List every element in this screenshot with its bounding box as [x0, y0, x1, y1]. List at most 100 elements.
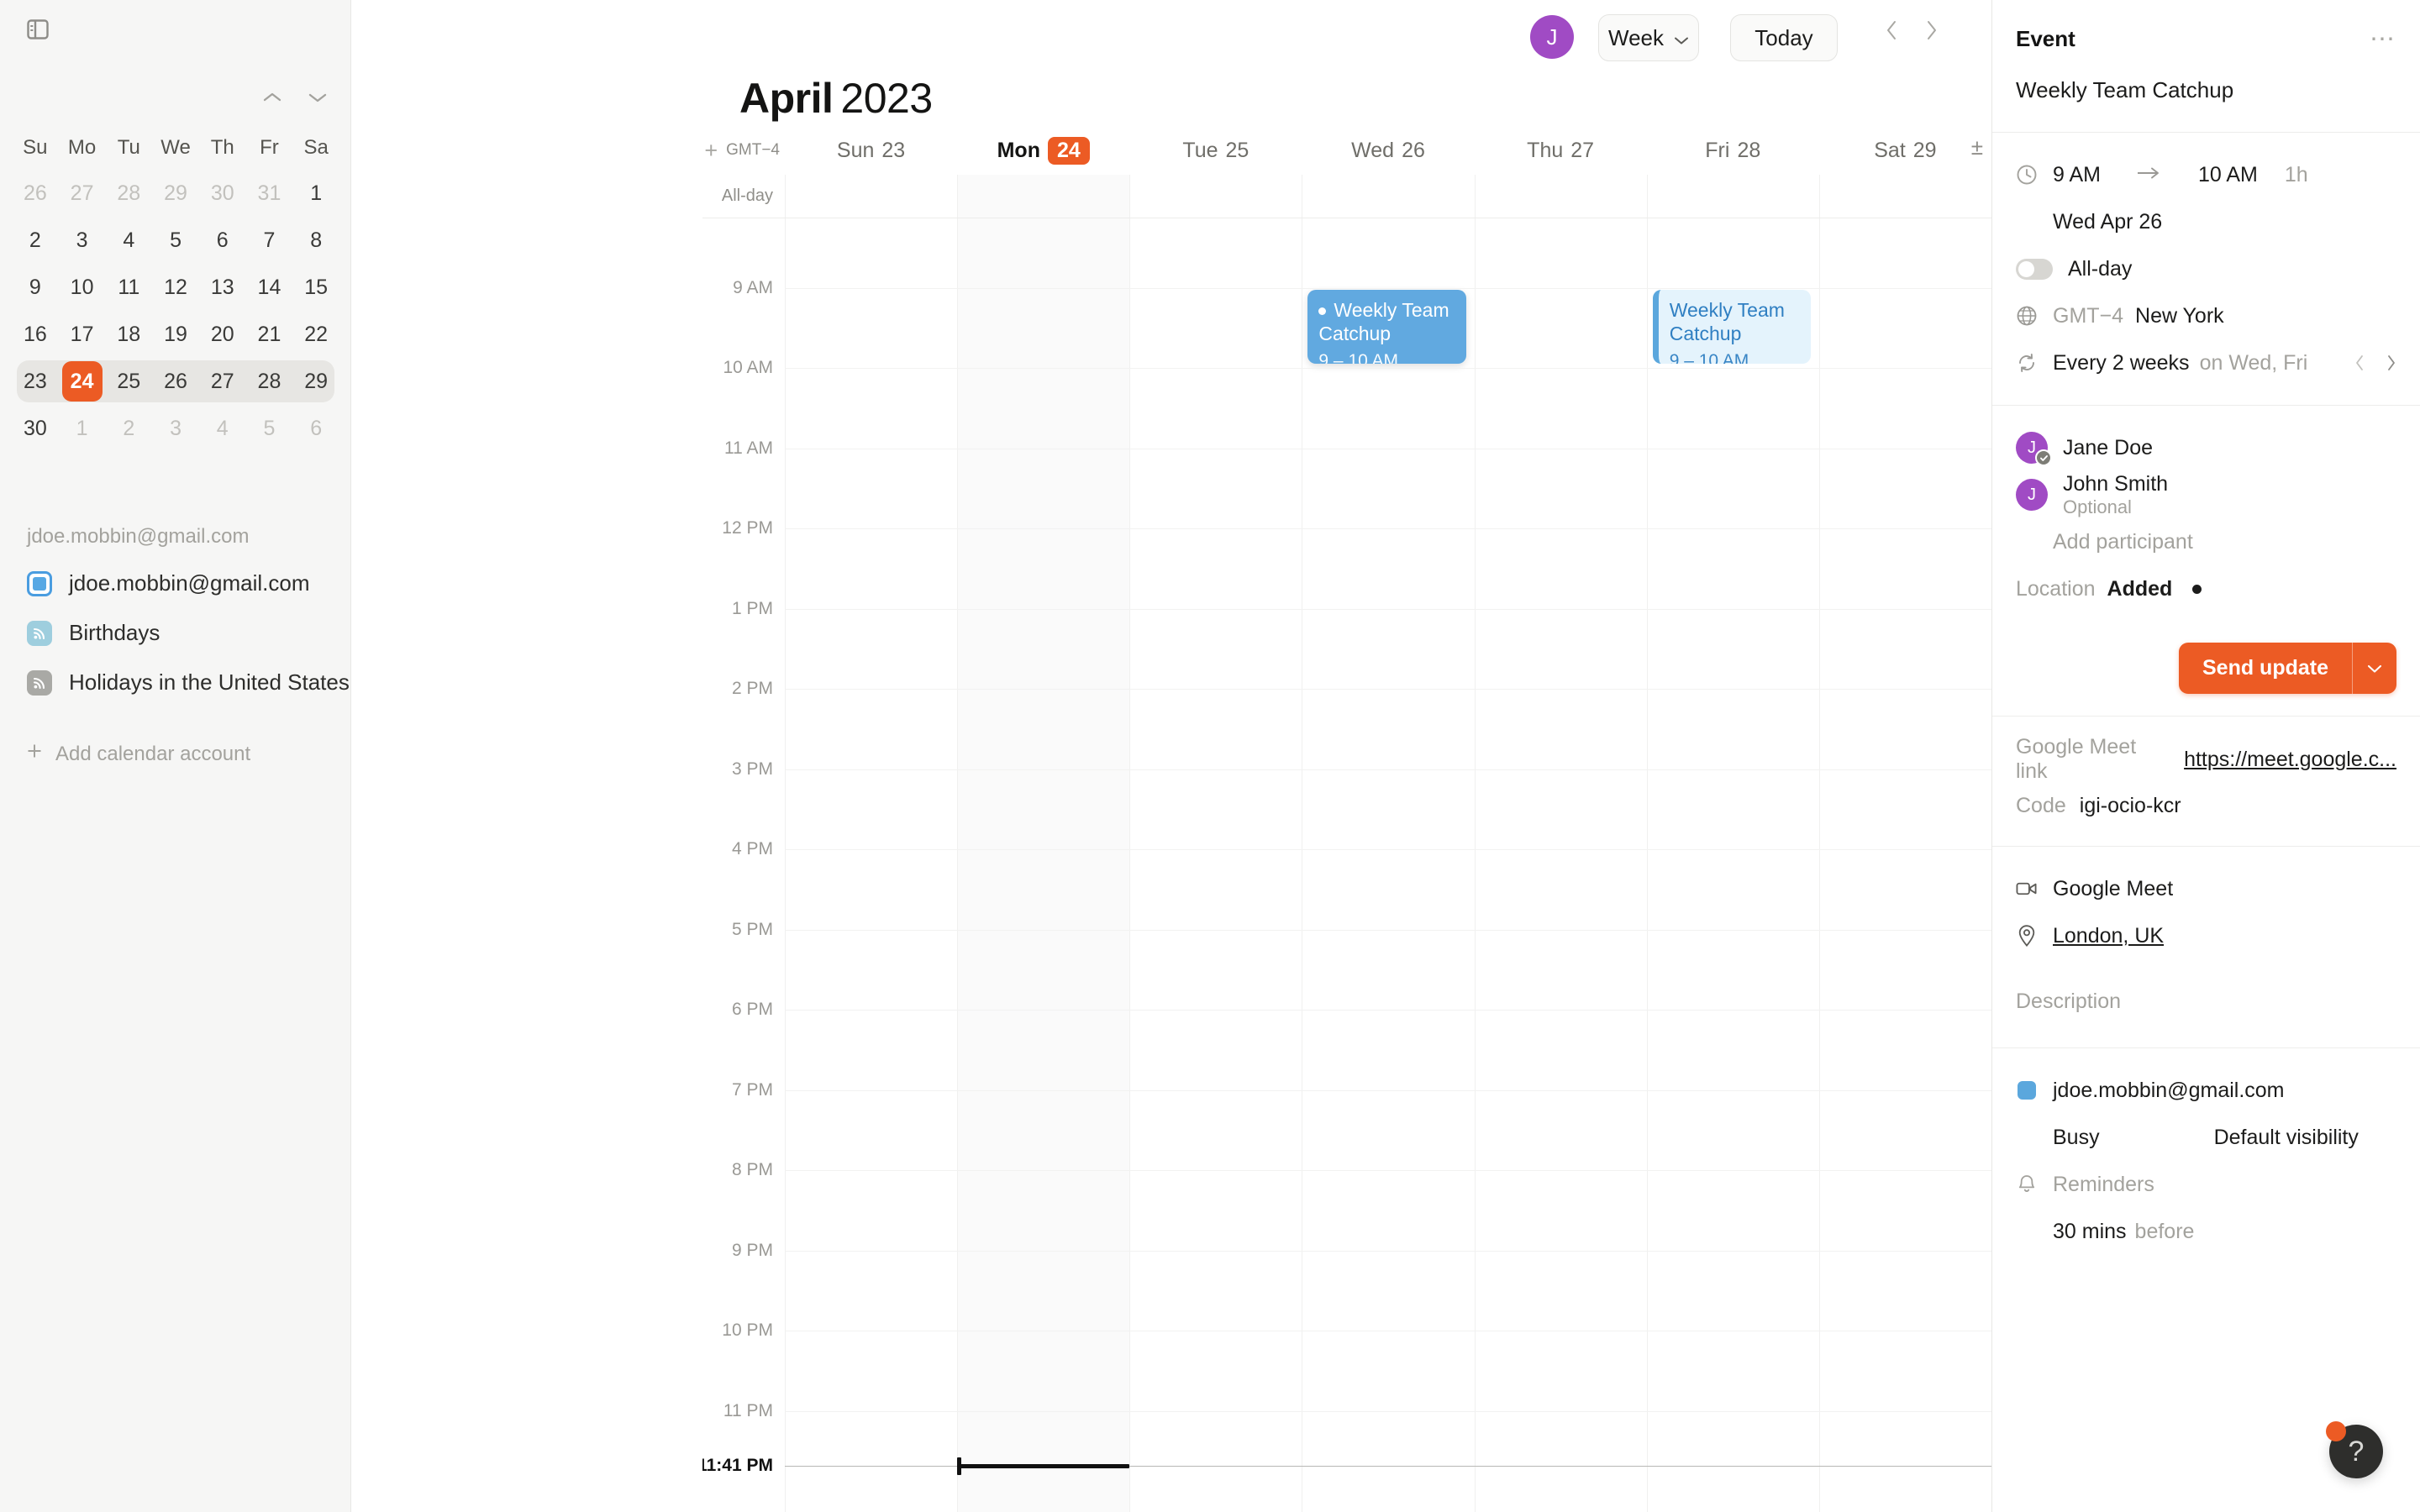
calendar-row[interactable]: jdoe.mobbin@gmail.com — [2016, 1067, 2396, 1114]
mini-calendar-day[interactable]: 31 — [246, 170, 293, 217]
availability-visibility-row[interactable]: Busy Default visibility — [2016, 1114, 2396, 1161]
mini-calendar-day[interactable]: 14 — [246, 264, 293, 311]
all-day-cell[interactable] — [1129, 175, 1302, 218]
time-row[interactable]: 9 AM 10 AM 1h — [2016, 151, 2396, 198]
mini-calendar-day[interactable]: 20 — [199, 311, 246, 358]
chevron-right-icon[interactable] — [2386, 354, 2396, 372]
recurrence-row[interactable]: Every 2 weeks on Wed, Fri — [2016, 339, 2396, 386]
mini-calendar-day[interactable]: 4 — [105, 217, 152, 264]
mini-calendar-day[interactable]: 17 — [59, 311, 106, 358]
mini-calendar-day[interactable]: 23 — [12, 358, 59, 405]
mini-calendar-day[interactable]: 1 — [59, 405, 106, 452]
mini-calendar-day[interactable]: 25 — [105, 358, 152, 405]
day-header[interactable]: Sat 29 — [1819, 139, 1991, 163]
event-date[interactable]: Wed Apr 26 — [2053, 210, 2162, 234]
mini-calendar-day[interactable]: 12 — [152, 264, 199, 311]
mini-calendar-day[interactable]: 19 — [152, 311, 199, 358]
day-header[interactable]: Thu 27 — [1475, 139, 1647, 163]
event-title-field[interactable]: Weekly Team Catchup — [1992, 77, 2420, 132]
mini-calendar-day[interactable]: 27 — [59, 170, 106, 217]
calendar-list-item[interactable]: Birthdays — [0, 608, 351, 658]
sidebar-toggle-icon[interactable] — [24, 17, 52, 42]
meet-code-row[interactable]: Code igi-ocio-kcr — [2016, 784, 2396, 827]
mini-calendar[interactable]: Su Mo Tu We Th Fr Sa 26 27 28 29 30 31 1 2 3 4 5 6 7 8 9 10 11… — [0, 126, 351, 452]
all-day-cell[interactable] — [1302, 175, 1474, 218]
day-column[interactable] — [785, 218, 957, 1512]
mini-calendar-day[interactable]: 27 — [199, 358, 246, 405]
mini-calendar-day[interactable]: 6 — [199, 217, 246, 264]
all-day-cell[interactable] — [1818, 175, 1991, 218]
time-grid-scroll[interactable]: 8 AM9 AM10 AM11 AM12 PM1 PM2 PM3 PM4 PM5… — [702, 218, 1991, 1512]
location-row[interactable]: London, UK — [2016, 912, 2396, 959]
today-button[interactable]: Today — [1730, 14, 1838, 61]
mini-calendar-day[interactable]: 3 — [152, 405, 199, 452]
recurrence-rule[interactable]: Every 2 weeks — [2053, 351, 2190, 375]
mini-calendar-day[interactable]: 30 — [12, 405, 59, 452]
meet-link-row[interactable]: Google Meet link https://meet.google.c..… — [2016, 735, 2396, 784]
mini-calendar-day[interactable]: 15 — [292, 264, 339, 311]
mini-calendar-day[interactable]: 3 — [59, 217, 106, 264]
all-day-toggle[interactable] — [2016, 258, 2053, 280]
mini-calendar-day[interactable]: 29 — [292, 358, 339, 405]
mini-calendar-day[interactable]: 16 — [12, 311, 59, 358]
mini-calendar-day[interactable]: 30 — [199, 170, 246, 217]
send-update-button[interactable]: Send update — [2178, 643, 2396, 694]
mini-calendar-day[interactable]: 9 — [12, 264, 59, 311]
mini-calendar-day-today[interactable]: 24 — [59, 358, 106, 405]
plus-minus-icon[interactable]: ± — [1971, 134, 1983, 160]
chevron-down-icon[interactable] — [307, 91, 329, 104]
day-header[interactable]: Sun 23 — [785, 139, 957, 163]
chevron-right-icon[interactable] — [1924, 18, 1939, 42]
description-section[interactable]: Description — [1992, 978, 2420, 1047]
mini-calendar-day[interactable]: 1 — [292, 170, 339, 217]
chevron-left-icon[interactable] — [2354, 354, 2365, 372]
add-participant-button[interactable]: Add participant — [2016, 518, 2396, 565]
day-column[interactable]: Weekly Team Catchup 9 – 10 AM — [1302, 218, 1474, 1512]
mini-calendar-day[interactable]: 28 — [105, 170, 152, 217]
avatar[interactable]: J — [1530, 15, 1574, 59]
timezone-city[interactable]: New York — [2135, 304, 2224, 328]
day-header[interactable]: Tue 25 — [1129, 139, 1302, 163]
all-day-toggle-row[interactable]: All-day — [2016, 245, 2396, 292]
mini-calendar-day[interactable]: 29 — [152, 170, 199, 217]
availability-value[interactable]: Busy — [2053, 1126, 2100, 1150]
mini-calendar-day[interactable]: 8 — [292, 217, 339, 264]
mini-calendar-day[interactable]: 6 — [292, 405, 339, 452]
day-column[interactable] — [957, 218, 1130, 1512]
calendar-event-selected[interactable]: Weekly Team Catchup 9 – 10 AM — [1307, 289, 1466, 364]
day-column[interactable] — [1818, 218, 1991, 1512]
mini-calendar-day[interactable]: 10 — [59, 264, 106, 311]
chevron-up-icon[interactable] — [261, 91, 283, 104]
date-row[interactable]: Wed Apr 26 — [2016, 198, 2396, 245]
day-header[interactable]: Wed 26 — [1302, 139, 1474, 163]
mini-calendar-day[interactable]: 5 — [152, 217, 199, 264]
calendar-list-item[interactable]: Holidays in the United States — [0, 658, 351, 707]
end-time[interactable]: 10 AM — [2198, 163, 2258, 187]
help-button[interactable]: ? — [2326, 1421, 2383, 1478]
all-day-cell[interactable] — [1646, 175, 1819, 218]
reminders-row[interactable]: Reminders — [2016, 1161, 2396, 1208]
participant-row[interactable]: J Jane Doe — [2016, 424, 2396, 471]
reminder-value[interactable]: 30 mins — [2053, 1220, 2127, 1244]
mini-calendar-day[interactable]: 26 — [152, 358, 199, 405]
mini-calendar-day[interactable]: 26 — [12, 170, 59, 217]
day-column[interactable]: Weekly Team Catchup 9 – 10 AM — [1646, 218, 1819, 1512]
location-status-row[interactable]: Location Added — [2016, 565, 2396, 612]
all-day-cell[interactable] — [1474, 175, 1647, 218]
add-calendar-account-button[interactable]: Add calendar account — [25, 742, 250, 766]
plus-icon[interactable]: + — [704, 139, 718, 162]
mini-calendar-day[interactable]: 11 — [105, 264, 152, 311]
meet-link-value[interactable]: https://meet.google.c... — [2184, 748, 2396, 772]
all-day-cell[interactable] — [957, 175, 1130, 218]
participant-row[interactable]: J John Smith Optional — [2016, 471, 2396, 518]
timezone-row[interactable]: GMT−4 New York — [2016, 292, 2396, 339]
start-time[interactable]: 9 AM — [2053, 163, 2101, 187]
location-label[interactable]: London, UK — [2053, 924, 2164, 948]
description-placeholder[interactable]: Description — [2016, 990, 2396, 1014]
meet-code-value[interactable]: igi-ocio-kcr — [2080, 794, 2181, 818]
ellipsis-icon[interactable]: ⋯ — [2370, 26, 2396, 51]
mini-calendar-day[interactable]: 2 — [105, 405, 152, 452]
mini-calendar-day[interactable]: 2 — [12, 217, 59, 264]
mini-calendar-day[interactable]: 21 — [246, 311, 293, 358]
checkbox-checked-icon[interactable] — [27, 570, 52, 596]
